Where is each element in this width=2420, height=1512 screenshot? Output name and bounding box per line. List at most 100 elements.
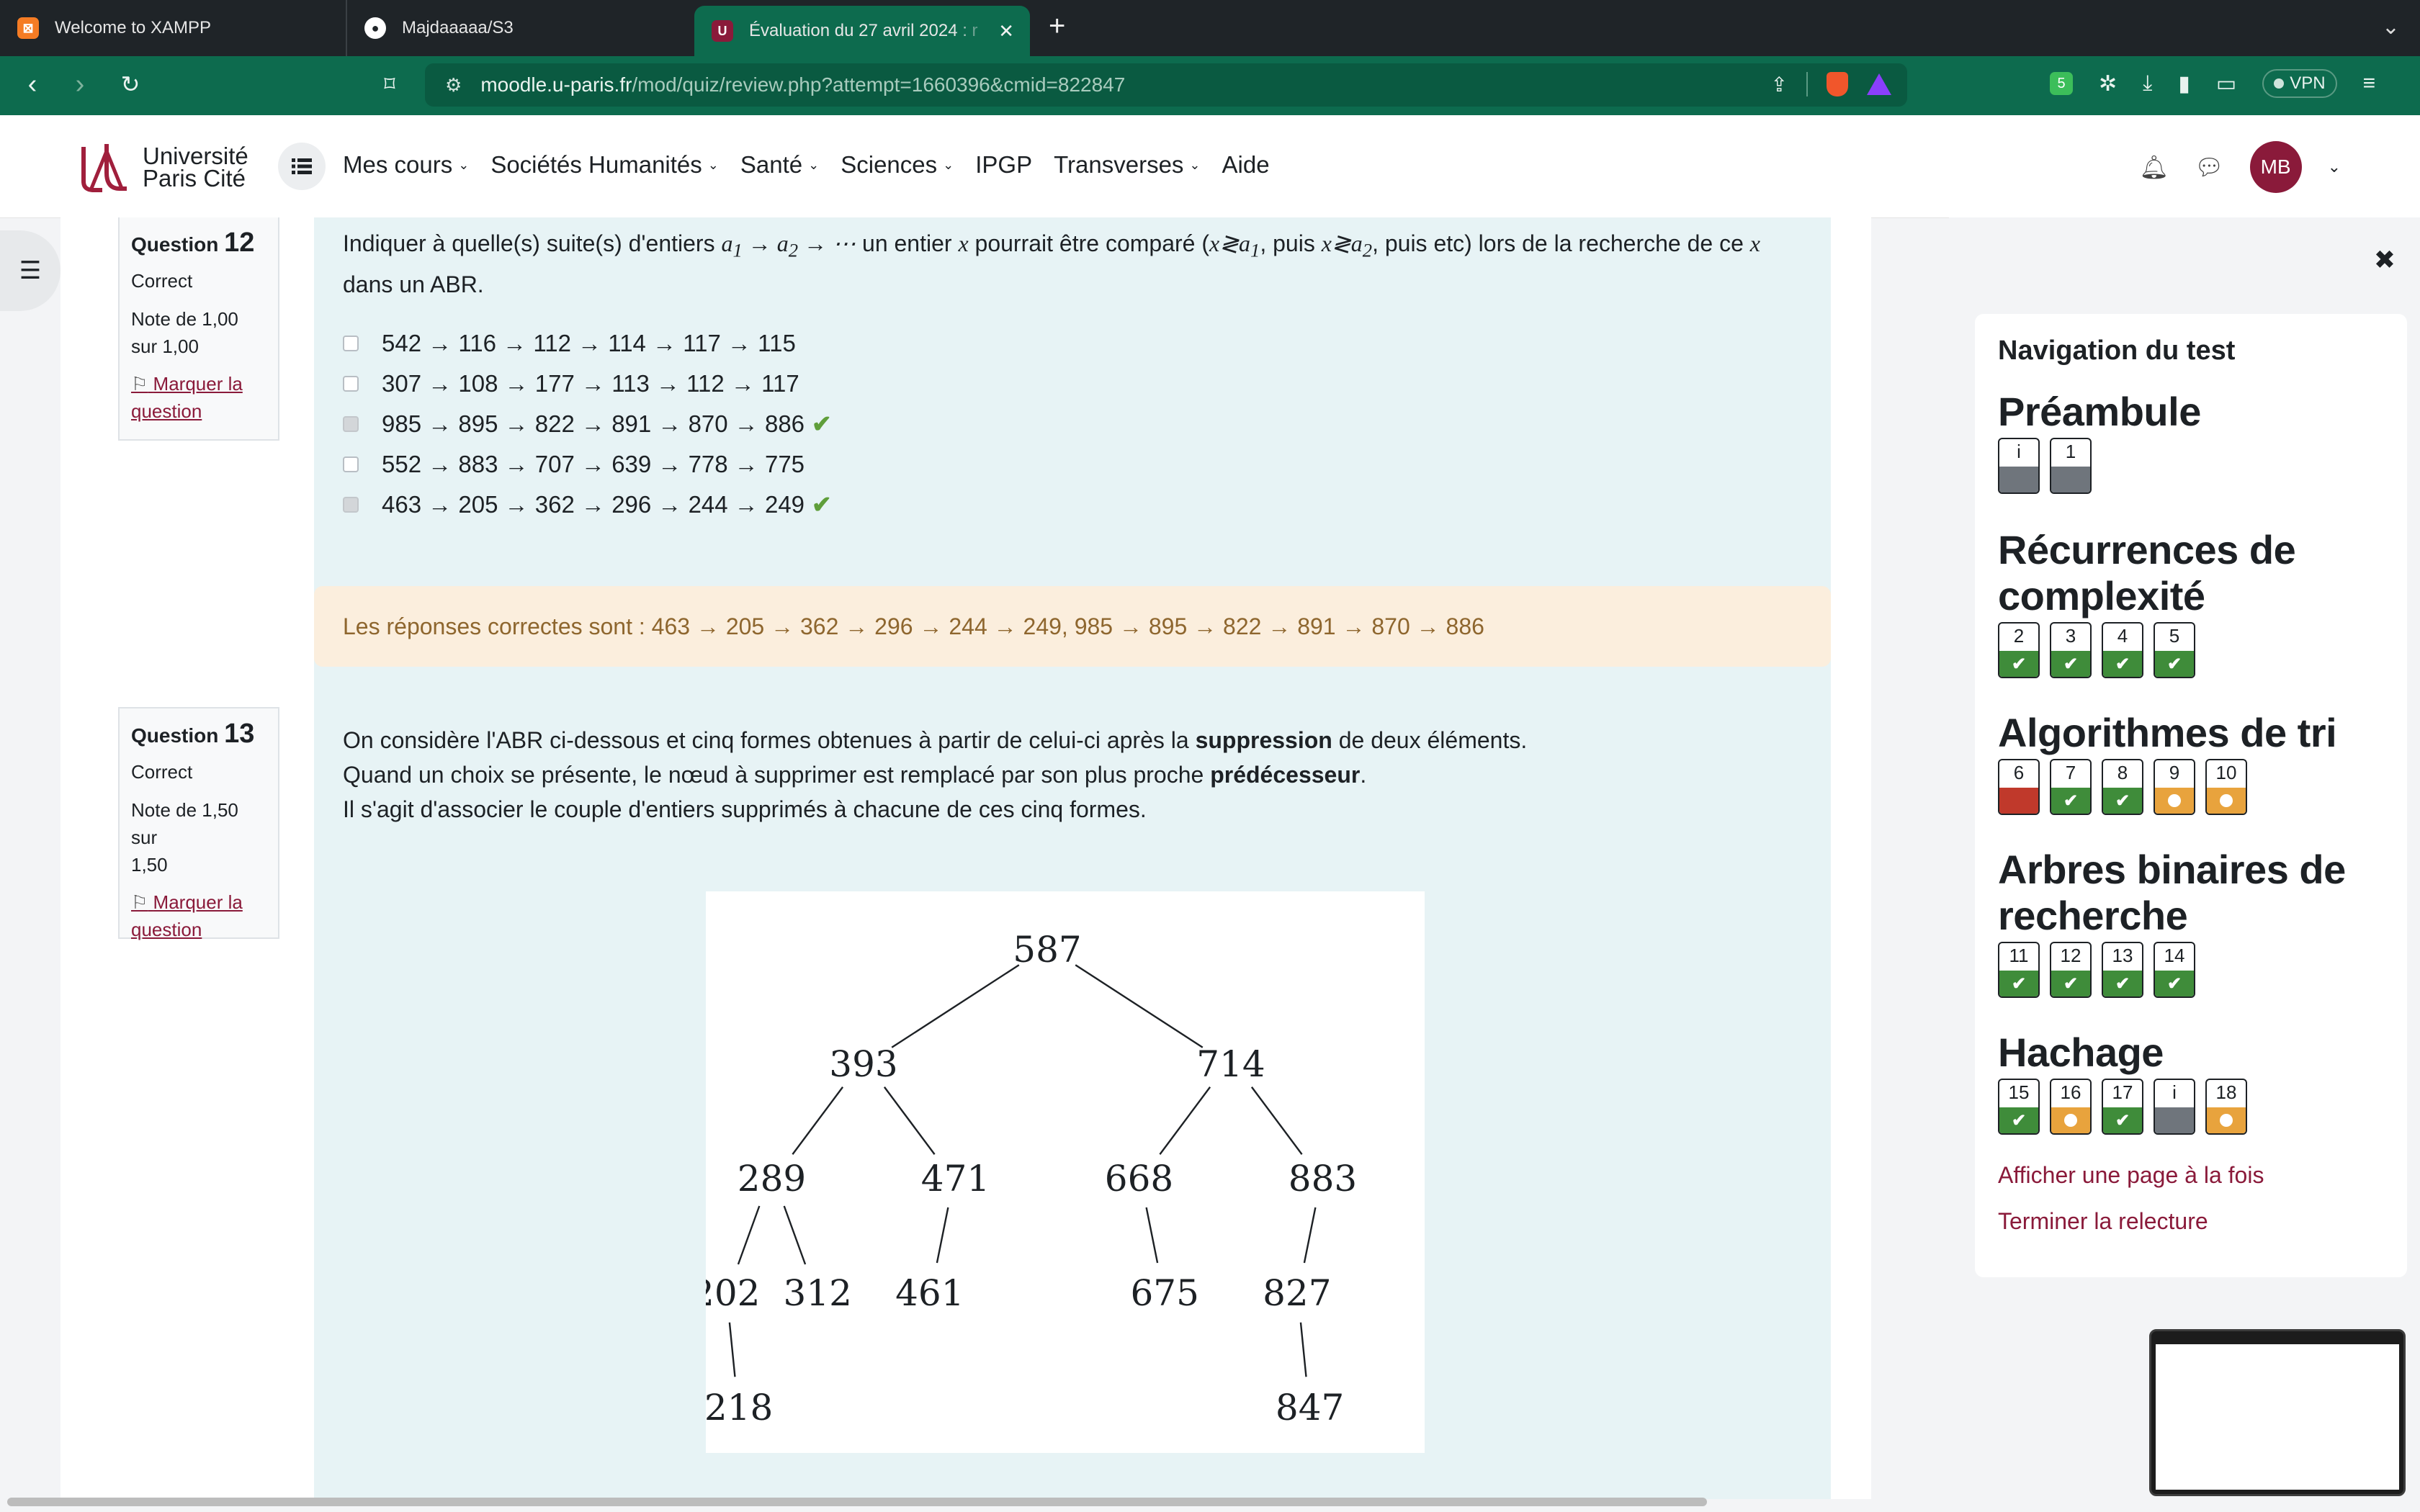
nav-question-button[interactable]: 6 xyxy=(1998,759,2040,815)
question-button-number: 12 xyxy=(2060,945,2081,966)
new-tab-icon[interactable]: + xyxy=(1049,10,1065,42)
math-x: x xyxy=(958,230,969,256)
tree-edge xyxy=(891,964,1020,1048)
nav-item-mes-cours[interactable]: Mes cours ⌄ xyxy=(343,151,469,179)
answer-checkbox[interactable] xyxy=(343,336,359,352)
university-logo[interactable]: Université Paris Cité xyxy=(81,141,248,193)
user-avatar[interactable]: MB xyxy=(2249,141,2302,193)
nav-question-button[interactable]: i xyxy=(1998,438,2040,494)
nav-question-button[interactable]: 2 ✔ xyxy=(1998,622,2040,678)
brave-shield-icon[interactable] xyxy=(1827,72,1848,96)
tree-node: 393 xyxy=(829,1043,897,1085)
question-status-ok: ✔ xyxy=(2103,1107,2142,1133)
question-status-ok: ✔ xyxy=(1999,1107,2038,1133)
nav-item-soci-t-s-humanit-s[interactable]: Sociétés Humanités ⌄ xyxy=(490,151,719,179)
horizontal-scrollbar[interactable] xyxy=(7,1498,1707,1506)
nav-question-button[interactable]: i xyxy=(2154,1079,2195,1135)
chevron-down-icon[interactable]: ⌄ xyxy=(2382,14,2400,40)
share-icon[interactable]: ⇪ xyxy=(1771,73,1788,96)
chevron-down-icon: ⌄ xyxy=(808,157,820,172)
list-icon: ☰ xyxy=(19,257,42,284)
finish-review-link[interactable]: Terminer la relecture xyxy=(1998,1208,2208,1235)
prompt-text: Quand un choix se présente, le nœud à su… xyxy=(343,762,1204,788)
forward-icon[interactable]: › xyxy=(63,69,97,100)
bookmark-icon[interactable]: ⌑ xyxy=(373,72,406,97)
nav-question-button[interactable]: 15 ✔ xyxy=(1998,1079,2040,1135)
nav-question-button[interactable]: 1 xyxy=(2050,438,2092,494)
nav-question-button[interactable]: 9 xyxy=(2154,759,2195,815)
messages-chat-icon[interactable]: 💬︎ xyxy=(2195,153,2224,181)
tab-moodle-active[interactable]: U Évaluation du 27 avril 2024 : r ✕ xyxy=(694,6,1030,56)
address-bar[interactable]: ⚙ moodle.u-paris.fr/mod/quiz/review.php?… xyxy=(425,63,1907,107)
apps-menu-button[interactable] xyxy=(278,143,326,190)
download-icon[interactable]: ⤓ xyxy=(2143,71,2152,96)
notifications-bell-icon[interactable]: 🔔︎ xyxy=(2139,153,2169,181)
close-tab-icon[interactable]: ✕ xyxy=(998,20,1014,42)
close-drawer-icon[interactable]: ✖ xyxy=(2374,245,2396,275)
nav-question-button[interactable]: 11 ✔ xyxy=(1998,942,2040,998)
tree-node: 289 xyxy=(738,1158,806,1200)
prompt-text: Indiquer à quelle(s) suite(s) d'entiers xyxy=(343,230,715,256)
nav-section-title: Arbres binaires de recherche xyxy=(1998,847,2346,938)
question-grade: Note de 1,00 sur 1,00 xyxy=(131,305,266,360)
prompt-text: dans un ABR. xyxy=(343,271,484,298)
question-status-ok: ✔ xyxy=(2051,651,2090,677)
nav-question-button[interactable]: 14 ✔ xyxy=(2154,942,2195,998)
tab-title: Welcome to XAMPP xyxy=(55,18,211,37)
nav-question-button[interactable]: 10 xyxy=(2205,759,2247,815)
nav-question-button[interactable]: 12 ✔ xyxy=(2050,942,2092,998)
nav-item-ipgp[interactable]: IPGP xyxy=(975,151,1032,179)
nav-question-button[interactable]: 18 xyxy=(2205,1079,2247,1135)
question-button-number: i xyxy=(2172,1081,2177,1103)
tab-xampp[interactable]: ⊠ Welcome to XAMPP xyxy=(0,0,346,56)
nav-question-button[interactable]: 4 ✔ xyxy=(2102,622,2143,678)
picture-in-picture-preview[interactable] xyxy=(2149,1329,2406,1496)
question-button-number: 3 xyxy=(2065,625,2076,647)
nav-question-button[interactable]: 3 ✔ xyxy=(2050,622,2092,678)
nav-question-button[interactable]: 13 ✔ xyxy=(2102,942,2143,998)
answer-checkbox[interactable] xyxy=(343,497,359,513)
tree-edge xyxy=(728,1322,736,1377)
brave-rewards-icon[interactable] xyxy=(1867,73,1891,95)
tree-node: 668 xyxy=(1105,1158,1173,1200)
prompt-bold: suppression xyxy=(1195,727,1332,753)
menu-icon[interactable]: ≡ xyxy=(2363,71,2376,96)
github-icon: ● xyxy=(364,17,386,39)
math-cmp1: x≷a1 xyxy=(1209,230,1260,261)
back-icon[interactable]: ‹ xyxy=(16,69,49,100)
nav-question-button[interactable]: 17 ✔ xyxy=(2102,1079,2143,1135)
flag-question-link[interactable]: ⚐ Marquer la question xyxy=(131,370,266,425)
question-status-ok: ✔ xyxy=(2051,788,2090,814)
answer-checkbox[interactable] xyxy=(343,456,359,473)
sidebar-icon[interactable]: ▮ xyxy=(2178,71,2190,96)
nav-item-aide[interactable]: Aide xyxy=(1222,151,1270,179)
nav-question-button[interactable]: 5 ✔ xyxy=(2154,622,2195,678)
answer-text: 552 → 883 → 707 → 639 → 778 → 775 xyxy=(382,451,805,478)
wallet-icon[interactable]: ▭ xyxy=(2216,71,2236,96)
nav-item-sant-[interactable]: Santé ⌄ xyxy=(740,151,819,179)
site-header: Université Paris Cité Mes cours ⌄ Sociétés… xyxy=(0,115,2420,218)
answer-checkbox[interactable] xyxy=(343,376,359,392)
nav-item-sciences[interactable]: Sciences ⌄ xyxy=(841,151,954,179)
nav-question-button[interactable]: 8 ✔ xyxy=(2102,759,2143,815)
course-index-toggle[interactable]: ☰ xyxy=(0,230,60,311)
logo-text: Université Paris Cité xyxy=(143,143,248,190)
reload-icon[interactable]: ↻ xyxy=(114,71,147,98)
nav-question-button[interactable]: 16 xyxy=(2050,1079,2092,1135)
q13-line3: Il s'agit d'associer le couple d'entiers… xyxy=(343,796,1147,822)
flag-question-link[interactable]: ⚐ Marquer la question xyxy=(131,888,266,943)
vpn-button[interactable]: VPN xyxy=(2262,69,2337,98)
tree-edge xyxy=(792,1086,844,1155)
logo-line1: Université xyxy=(143,143,248,169)
chevron-down-icon[interactable]: ⌄ xyxy=(2328,158,2341,176)
nav-question-button[interactable]: 7 ✔ xyxy=(2050,759,2092,815)
show-one-page-link[interactable]: Afficher une page à la fois xyxy=(1998,1162,2264,1189)
extensions-icon[interactable]: ✲ xyxy=(2099,71,2117,96)
site-settings-icon[interactable]: ⚙ xyxy=(445,74,462,96)
extension-badge[interactable]: 5 xyxy=(2050,72,2073,95)
flag-line: Marquer la xyxy=(153,891,243,913)
answer-checkbox[interactable] xyxy=(343,416,359,433)
tab-github[interactable]: ● Majdaaaaa/S3 xyxy=(346,0,691,56)
partial-circle-icon xyxy=(2220,1114,2233,1127)
nav-item-transverses[interactable]: Transverses ⌄ xyxy=(1054,151,1200,179)
